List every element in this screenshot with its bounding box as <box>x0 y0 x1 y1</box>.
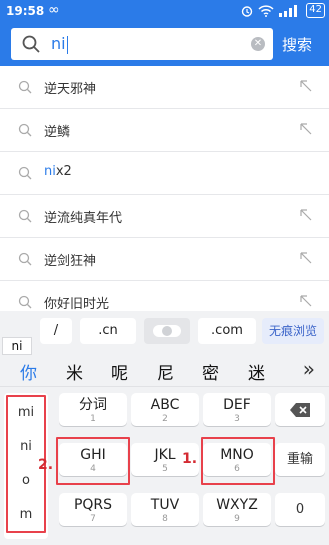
fill-arrow-icon[interactable] <box>299 122 313 136</box>
list-item[interactable]: 逆鳞 <box>0 109 329 152</box>
backspace-icon <box>290 403 310 417</box>
suggestion-text: 逆流纯真年代 <box>44 211 123 226</box>
candidate-item[interactable]: 密 <box>202 359 219 384</box>
annotation-box-mno <box>201 437 275 485</box>
suggestion-text: 逆剑狂神 <box>44 254 97 269</box>
fill-arrow-icon[interactable] <box>299 208 313 222</box>
list-item[interactable]: 逆剑狂神 <box>0 238 329 281</box>
ime-keyboard: / .cn .com 无痕浏览 ni 你 米 呢 尼 密 迷 » mi ni o… <box>0 311 329 545</box>
list-item[interactable]: 逆天邪神 <box>0 66 329 109</box>
annotation-box-ghi <box>56 437 130 485</box>
candidate-bar: 你 米 呢 尼 密 迷 » <box>0 353 329 387</box>
fill-arrow-icon[interactable] <box>299 294 313 308</box>
key-8[interactable]: TUV 8 <box>131 493 199 526</box>
incognito-button[interactable]: 无痕浏览 <box>262 318 324 344</box>
fill-arrow-icon[interactable] <box>299 251 313 265</box>
clear-icon[interactable]: ✕ <box>251 37 265 51</box>
candidate-item[interactable]: 米 <box>66 359 83 384</box>
candidate-item[interactable]: 迷 <box>248 359 265 384</box>
annotation-label-2: 2. <box>38 457 54 473</box>
more-candidates-icon[interactable]: » <box>303 357 315 381</box>
alarm-icon <box>242 5 253 17</box>
candidate-item[interactable]: 呢 <box>111 359 128 384</box>
toggle-icon[interactable] <box>144 318 190 344</box>
search-input[interactable]: ni ✕ <box>11 28 273 60</box>
search-button[interactable]: 搜索 <box>282 34 312 55</box>
search-icon <box>18 80 32 94</box>
key-9[interactable]: WXYZ 9 <box>203 493 271 526</box>
zero-key[interactable]: 0 <box>275 493 325 526</box>
suggestion-list: 逆天邪神 逆鳞 nix2 逆流纯真年代 逆剑狂神 你好旧时光 <box>0 66 329 324</box>
quick-cn[interactable]: .cn <box>80 318 136 344</box>
suggestion-text: 你好旧时光 <box>44 297 110 312</box>
search-icon <box>18 209 32 223</box>
quick-slash[interactable]: / <box>40 318 72 344</box>
key-3[interactable]: DEF 3 <box>203 393 271 426</box>
key-1[interactable]: 分词 1 <box>59 393 127 426</box>
search-icon <box>18 123 32 137</box>
status-bar: 19:58 ∞ 42 <box>0 0 329 22</box>
suggestion-rest: x2 <box>55 164 72 179</box>
suggestion-highlight: ni <box>44 164 56 179</box>
wifi-icon <box>258 4 274 17</box>
list-item[interactable]: 逆流纯真年代 <box>0 195 329 238</box>
suggestion-text: 逆鳞 <box>44 125 71 140</box>
battery-icon: 42 <box>306 3 325 18</box>
key-7[interactable]: PQRS 7 <box>59 493 127 526</box>
signal-icon <box>279 4 298 17</box>
infinity-icon: ∞ <box>48 2 60 18</box>
quick-com[interactable]: .com <box>198 318 256 344</box>
fill-arrow-icon[interactable] <box>299 79 313 93</box>
backspace-key[interactable] <box>275 393 325 426</box>
search-icon <box>18 166 32 180</box>
search-query[interactable]: ni <box>51 34 69 54</box>
search-icon <box>18 295 32 309</box>
key-2[interactable]: ABC 2 <box>131 393 199 426</box>
status-time: 19:58 <box>6 4 45 18</box>
candidate-item[interactable]: 你 <box>20 359 37 384</box>
quick-input-bar: / .cn .com 无痕浏览 <box>0 311 329 349</box>
header: 19:58 ∞ 42 ni ✕ 搜索 <box>0 0 329 66</box>
candidate-item[interactable]: 尼 <box>157 359 174 384</box>
suggestion-text: 逆天邪神 <box>44 82 97 97</box>
annotation-label-1: 1. <box>182 451 198 467</box>
retype-key[interactable]: 重输 <box>275 443 325 476</box>
list-item[interactable]: nix2 <box>0 152 329 195</box>
suggestion-text: nix2 <box>44 164 72 179</box>
search-icon <box>18 252 32 266</box>
search-icon <box>22 35 40 53</box>
